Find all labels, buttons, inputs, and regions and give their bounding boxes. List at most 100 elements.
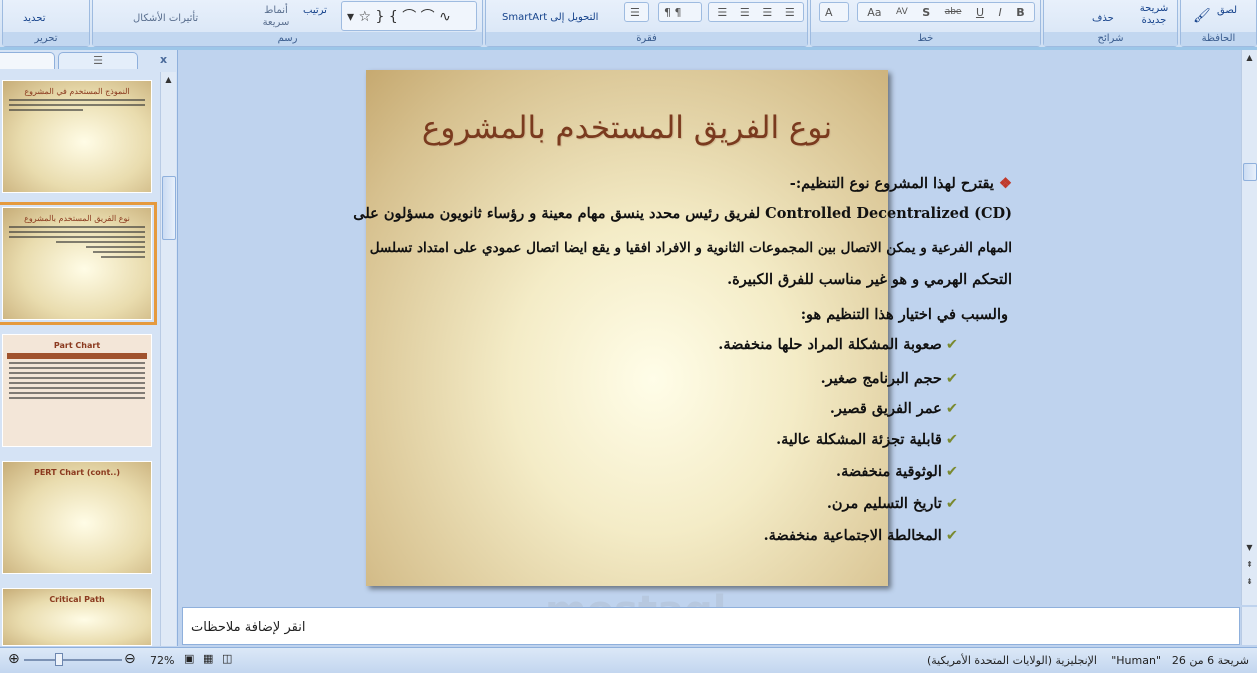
- group-label: رسم: [93, 32, 482, 46]
- zoom-out-button[interactable]: ⊖: [124, 651, 136, 667]
- slide-thumbnail[interactable]: Part Chart: [2, 334, 152, 447]
- checklist-item[interactable]: ✔حجم البرنامج صغير.: [821, 370, 958, 387]
- scroll-down-arrow[interactable]: ▼: [1242, 540, 1257, 555]
- zoom-in-button[interactable]: ⊕: [8, 651, 20, 667]
- bullet-line[interactable]: ❖ يقترح لهذا المشروع نوع التنظيم:-: [790, 175, 1012, 192]
- scroll-thumb[interactable]: [1243, 163, 1257, 181]
- slide-thumbnail[interactable]: Critical Path: [2, 588, 152, 646]
- checklist-text: عمر الفريق قصير.: [829, 400, 942, 417]
- alignment-buttons[interactable]: ☰ ☰ ☰ ☰: [708, 2, 804, 22]
- select-button[interactable]: تحديد: [23, 13, 46, 24]
- outline-icon: ☰: [93, 54, 103, 67]
- group-label: تحرير: [3, 32, 89, 46]
- language-indicator[interactable]: الإنجليزية (الولايات المتحدة الأمريكية): [927, 654, 1097, 667]
- tab-outline[interactable]: ☰: [58, 52, 138, 69]
- group-label: الحافظة: [1181, 32, 1256, 46]
- change-case-button[interactable]: Aa: [867, 6, 881, 19]
- thumbnail-title: PERT Chart (cont..): [33, 468, 121, 477]
- quick-styles-button[interactable]: أنماط سريعة: [256, 5, 296, 29]
- zoom-slider[interactable]: [24, 653, 122, 666]
- tab-slides[interactable]: [0, 52, 55, 69]
- slide-canvas[interactable]: نوع الفريق المستخدم بالمشروع ❖ يقترح لهذ…: [353, 70, 1012, 586]
- underline-button[interactable]: U: [976, 6, 984, 19]
- checklist-item[interactable]: ✔قابلية تجزئة المشكلة عالية.: [776, 431, 958, 448]
- notes-scrollbar[interactable]: [1241, 607, 1257, 645]
- thumbnail-title: Part Chart: [53, 341, 101, 350]
- columns-button[interactable]: ☰: [624, 2, 649, 22]
- checkmark-icon: ✔: [945, 528, 958, 544]
- italic-button[interactable]: I: [999, 6, 1002, 19]
- editing-group: تحديد تحرير: [2, 0, 90, 47]
- strikethrough-button[interactable]: abe: [945, 7, 962, 17]
- new-slide-button[interactable]: شريحة جديدة: [1132, 3, 1176, 27]
- close-pane-button[interactable]: x: [160, 53, 167, 66]
- thumbnail-title: Critical Path: [49, 595, 105, 604]
- convert-smartart-button[interactable]: التحويل إلى SmartArt: [502, 12, 598, 23]
- format-painter-icon[interactable]: 🖌: [1193, 8, 1211, 24]
- zoom-slider-handle[interactable]: [55, 653, 64, 666]
- paste-button[interactable]: لصق: [1217, 5, 1237, 16]
- arrange-button[interactable]: ترتيب: [303, 5, 327, 16]
- checklist-item[interactable]: ✔الوثوقية منخفضة.: [836, 463, 958, 480]
- main-scrollbar[interactable]: ▲ ▼ ⇞ ⇟: [1241, 50, 1257, 605]
- delete-slide-button[interactable]: حذف: [1092, 13, 1114, 24]
- paragraph-line[interactable]: Controlled Decentralized (CD) لفريق رئيس…: [353, 205, 1012, 222]
- group-label: خط: [811, 32, 1040, 46]
- shapes-gallery[interactable]: ▾ ☆ } { ⌒ ⌒ ∿: [341, 1, 477, 31]
- slide-thumbnail-selected[interactable]: نوع الفريق المستخدم بالمشروع: [0, 202, 157, 325]
- checklist-text: صعوبة المشكلة المراد حلها منخفضة.: [718, 336, 942, 353]
- previous-slide-button[interactable]: ⇞: [1242, 557, 1257, 572]
- text-direction-buttons[interactable]: ¶ ¶: [658, 2, 702, 22]
- align-center-icon[interactable]: ☰: [762, 6, 772, 19]
- paragraph-line[interactable]: المهام الفرعية و يمكن الاتصال بين المجمو…: [370, 240, 1012, 256]
- shadow-button[interactable]: S: [922, 6, 930, 19]
- font-color-button[interactable]: A: [819, 2, 849, 22]
- bullet-text: يقترح لهذا المشروع نوع التنظيم:-: [789, 175, 994, 192]
- slide-show-icon[interactable]: ◫: [222, 652, 232, 665]
- scroll-up-arrow[interactable]: ▲: [161, 72, 176, 87]
- checkmark-icon: ✔: [945, 464, 958, 480]
- slide-title[interactable]: نوع الفريق المستخدم بالمشروع: [366, 110, 888, 146]
- char-spacing-button[interactable]: AV: [896, 7, 908, 17]
- bold-button[interactable]: B: [1016, 6, 1024, 19]
- align-left-icon[interactable]: ☰: [740, 6, 750, 19]
- paragraph-line[interactable]: التحكم الهرمي و هو غير مناسب للفرق الكبي…: [727, 271, 1012, 288]
- checklist-text: تاريخ التسليم مرن.: [826, 495, 942, 512]
- align-right-icon[interactable]: ☰: [785, 6, 795, 19]
- theme-name[interactable]: "Human": [1111, 654, 1161, 667]
- slide-sorter-icon[interactable]: ▦: [203, 652, 213, 665]
- checklist-item[interactable]: ✔المخالطة الاجتماعية منخفضة.: [764, 527, 958, 544]
- scroll-thumb[interactable]: [162, 176, 176, 240]
- notes-pane[interactable]: انقر لإضافة ملاحظات: [182, 607, 1240, 645]
- thumbnail-title: النموذج المستخدم في المشروع: [24, 87, 130, 96]
- checkmark-icon: ✔: [945, 401, 958, 417]
- checklist-item[interactable]: ✔عمر الفريق قصير.: [830, 400, 958, 417]
- thumbnail-title: نوع الفريق المستخدم بالمشروع: [24, 214, 130, 223]
- slides-group: شريحة جديدة حذف شرائح: [1043, 0, 1178, 47]
- group-label: شرائح: [1044, 32, 1177, 46]
- reason-line[interactable]: والسبب في اختيار هذا التنظيم هو:: [801, 306, 1008, 323]
- slide-thumbnail[interactable]: النموذج المستخدم في المشروع: [2, 80, 152, 193]
- normal-view-icon[interactable]: ▣: [184, 652, 194, 665]
- checkmark-icon: ✔: [945, 337, 958, 353]
- diamond-bullet-icon: ❖: [993, 175, 1012, 192]
- zoom-level[interactable]: 72%: [150, 654, 174, 667]
- justify-icon[interactable]: ☰: [717, 6, 727, 19]
- drawing-group: ▾ ☆ } { ⌒ ⌒ ∿ ترتيب أنماط سريعة تأثيرات …: [92, 0, 483, 47]
- checklist-text: حجم البرنامج صغير.: [820, 370, 942, 387]
- checklist-text: الوثوقية منخفضة.: [836, 463, 942, 480]
- font-group: A Aa AV S abe U I B خط: [810, 0, 1041, 47]
- checklist-item[interactable]: ✔صعوبة المشكلة المراد حلها منخفضة.: [718, 336, 958, 353]
- scroll-up-arrow[interactable]: ▲: [1242, 50, 1257, 65]
- notes-placeholder[interactable]: انقر لإضافة ملاحظات: [191, 620, 305, 635]
- checklist-text: المخالطة الاجتماعية منخفضة.: [763, 527, 942, 544]
- checklist-text: قابلية تجزئة المشكلة عالية.: [776, 431, 942, 448]
- font-format-toolbar: Aa AV S abe U I B: [857, 2, 1035, 22]
- shape-effects-button[interactable]: تأثيرات الأشكال: [133, 13, 198, 24]
- checklist-item[interactable]: ✔تاريخ التسليم مرن.: [827, 495, 958, 512]
- checkmark-icon: ✔: [945, 371, 958, 387]
- next-slide-button[interactable]: ⇟: [1242, 574, 1257, 589]
- slide-thumbnail[interactable]: PERT Chart (cont..): [2, 461, 152, 574]
- font-color-icon: A: [825, 5, 833, 19]
- slides-pane-scrollbar[interactable]: ▲: [160, 72, 176, 646]
